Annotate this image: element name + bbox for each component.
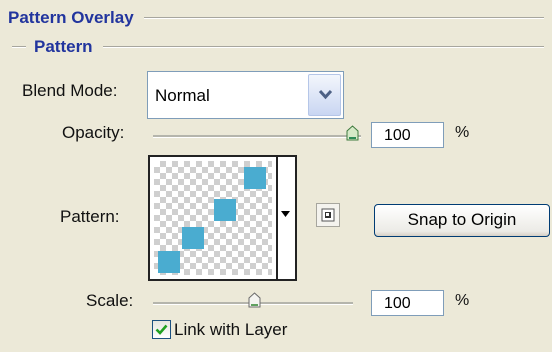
divider-line: [143, 17, 544, 19]
checkmark-icon: [155, 324, 168, 335]
section-header-pattern-overlay: Pattern Overlay: [8, 8, 544, 28]
opacity-slider-thumb[interactable]: [346, 125, 359, 141]
blend-mode-select[interactable]: Normal: [147, 71, 344, 119]
pattern-tile: [182, 227, 204, 249]
scale-slider-thumb[interactable]: [248, 292, 261, 308]
scale-input[interactable]: 100: [371, 290, 444, 316]
layer-style-panel: Pattern Overlay Pattern Blend Mode: Norm…: [0, 0, 552, 352]
link-with-layer-label: Link with Layer: [174, 320, 288, 339]
triangle-down-icon[interactable]: [281, 211, 290, 217]
new-preset-button[interactable]: [316, 203, 340, 227]
pattern-picker[interactable]: [148, 155, 297, 281]
link-with-layer-checkbox[interactable]: [152, 320, 171, 339]
divider: [276, 157, 278, 279]
section-title: Pattern Overlay: [8, 8, 134, 27]
opacity-label: Opacity:: [62, 123, 125, 142]
pattern-label: Pattern:: [60, 207, 120, 226]
opacity-slider-track[interactable]: [153, 135, 361, 138]
chevron-down-icon: [318, 89, 333, 100]
blend-mode-label: Blend Mode:: [22, 81, 118, 100]
pattern-swatch[interactable]: [154, 161, 272, 275]
scale-label: Scale:: [86, 291, 134, 310]
pattern-tile: [244, 167, 266, 189]
opacity-input[interactable]: 100: [371, 122, 444, 148]
opacity-unit: %: [455, 124, 470, 141]
pattern-tile: [214, 199, 236, 221]
divider-line: [12, 46, 26, 48]
divider-line: [102, 46, 544, 48]
group-header-pattern: Pattern: [12, 37, 544, 57]
scale-unit: %: [455, 292, 470, 309]
blend-mode-dropdown-button[interactable]: [308, 74, 341, 116]
snap-to-origin-button[interactable]: Snap to Origin: [374, 204, 550, 237]
pattern-tile: [158, 251, 180, 273]
group-title: Pattern: [34, 37, 93, 56]
new-preset-icon: [321, 208, 335, 222]
blend-mode-value: Normal: [155, 86, 210, 105]
